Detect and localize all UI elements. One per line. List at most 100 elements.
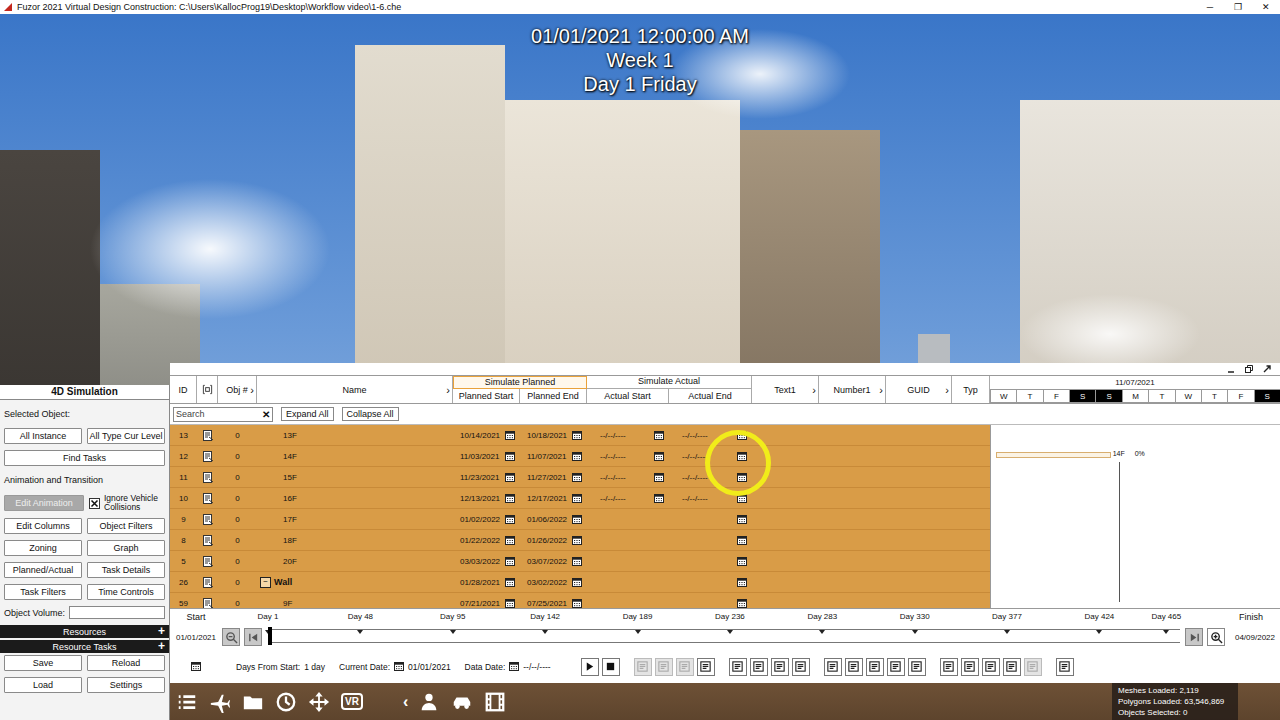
type-cell[interactable] — [952, 530, 990, 551]
actual-end-cell[interactable] — [669, 572, 752, 593]
actual-start-cell[interactable]: --/--/---- — [587, 446, 669, 467]
number1-cell[interactable] — [819, 551, 886, 572]
text1-cell[interactable] — [752, 593, 819, 608]
column-header[interactable]: ID — [170, 376, 197, 403]
window-control-button[interactable]: ❐ — [1224, 2, 1252, 12]
field-input[interactable] — [69, 606, 165, 619]
calendar-icon[interactable] — [505, 452, 515, 461]
text1-cell[interactable] — [752, 425, 819, 446]
panel-button[interactable]: Object Filters — [87, 518, 165, 534]
column-header[interactable]: Actual End — [669, 389, 752, 403]
guid-cell[interactable] — [886, 425, 952, 446]
planned-end-cell[interactable]: 12/17/2021 — [520, 488, 587, 509]
calendar-icon[interactable] — [737, 431, 747, 440]
calendar-icon[interactable] — [572, 599, 582, 608]
column-header[interactable]: Name › — [257, 376, 453, 403]
column-header[interactable]: Obj # › — [218, 376, 257, 403]
tool-button[interactable] — [887, 658, 905, 676]
checkbox-icon[interactable] — [89, 498, 100, 509]
start-date-picker[interactable] — [170, 662, 222, 671]
planned-end-cell[interactable]: 01/26/2022 — [520, 530, 587, 551]
column-header[interactable]: Number1 › — [819, 376, 886, 403]
planned-end-cell[interactable]: 10/18/2021 — [520, 425, 587, 446]
panel-button[interactable]: All Type Cur Level — [87, 428, 165, 444]
planned-start-cell[interactable]: 07/21/2021 — [453, 593, 520, 608]
number1-cell[interactable] — [819, 593, 886, 608]
tool-button[interactable] — [697, 658, 715, 676]
actual-start-cell[interactable] — [587, 509, 669, 530]
panel-button[interactable]: Settings — [87, 677, 165, 693]
number1-cell[interactable] — [819, 425, 886, 446]
number1-cell[interactable] — [819, 488, 886, 509]
column-header[interactable]: Text1 › — [752, 376, 819, 403]
panel-button[interactable]: Graph — [87, 540, 165, 556]
planned-start-cell[interactable]: 11/03/2021 — [453, 446, 520, 467]
type-cell[interactable] — [952, 446, 990, 467]
actual-start-cell[interactable] — [587, 572, 669, 593]
panel-button[interactable]: Save — [4, 655, 82, 671]
collapsible-section-bar[interactable]: Resources + — [0, 625, 169, 638]
actual-start-cell[interactable]: --/--/---- — [587, 425, 669, 446]
tool-button[interactable] — [940, 658, 958, 676]
column-group-title[interactable]: Simulate Actual — [587, 376, 752, 389]
calendar-icon[interactable] — [737, 515, 747, 524]
guid-cell[interactable] — [886, 446, 952, 467]
calendar-icon[interactable] — [505, 494, 515, 503]
column-header[interactable]: Planned Start — [453, 389, 520, 403]
planned-end-cell[interactable]: 03/07/2022 — [520, 551, 587, 572]
planned-end-cell[interactable]: 03/02/2022 — [520, 572, 587, 593]
planned-start-cell[interactable]: 11/23/2021 — [453, 467, 520, 488]
planned-start-cell[interactable]: 01/22/2022 — [453, 530, 520, 551]
column-menu-arrow[interactable]: › — [446, 384, 450, 396]
planned-end-cell[interactable]: 11/27/2021 — [520, 467, 587, 488]
planned-end-cell[interactable]: 01/06/2022 — [520, 509, 587, 530]
task-row[interactable]: 13 0 13F 10/14/2021 10/18/2021 --/--/---… — [170, 425, 1280, 446]
calendar-icon[interactable] — [737, 599, 747, 608]
calendar-icon[interactable] — [505, 599, 515, 608]
document-link-icon[interactable] — [202, 430, 214, 441]
go-to-end-button[interactable] — [1185, 628, 1203, 646]
text1-cell[interactable] — [752, 530, 819, 551]
guid-cell[interactable] — [886, 572, 952, 593]
task-row[interactable]: 8 0 18F 01/22/2022 01/26/2022 — [170, 530, 1280, 551]
panel-button[interactable]: Find Tasks — [4, 450, 165, 466]
panel-button[interactable]: Planned/Actual — [4, 562, 82, 578]
planned-end-cell[interactable]: 07/25/2021 — [520, 593, 587, 608]
play-button[interactable] — [581, 658, 599, 676]
calendar-icon[interactable] — [737, 578, 747, 587]
column-menu-arrow[interactable]: › — [812, 384, 816, 396]
type-cell[interactable] — [952, 593, 990, 608]
clock-tool[interactable] — [274, 690, 298, 714]
calendar-icon[interactable] — [572, 578, 582, 587]
text1-cell[interactable] — [752, 467, 819, 488]
minimize-icon[interactable] — [1226, 364, 1236, 374]
calendar-icon[interactable] — [737, 494, 747, 503]
zoom-out-button[interactable] — [222, 628, 240, 646]
actual-end-cell[interactable] — [669, 530, 752, 551]
type-cell[interactable] — [952, 572, 990, 593]
number1-cell[interactable] — [819, 509, 886, 530]
actual-start-cell[interactable] — [587, 530, 669, 551]
planned-end-cell[interactable]: 11/07/2021 — [520, 446, 587, 467]
panel-button[interactable]: Task Details — [87, 562, 165, 578]
tool-button[interactable] — [1003, 658, 1021, 676]
planned-start-cell[interactable]: 03/03/2022 — [453, 551, 520, 572]
tool-button[interactable] — [866, 658, 884, 676]
actual-end-cell[interactable] — [669, 509, 752, 530]
calendar-icon[interactable] — [654, 431, 664, 440]
calendar-icon[interactable] — [572, 515, 582, 524]
calendar-icon[interactable] — [394, 662, 404, 671]
type-cell[interactable] — [952, 467, 990, 488]
zoom-in-button[interactable] — [1207, 628, 1225, 646]
tool-button[interactable] — [1024, 658, 1042, 676]
number1-cell[interactable] — [819, 446, 886, 467]
ignore-collisions-checkbox[interactable]: Ignore Vehicle Collisions — [89, 494, 165, 512]
folder-tool[interactable] — [241, 690, 265, 714]
calendar-icon[interactable] — [572, 494, 582, 503]
tool-button[interactable] — [729, 658, 747, 676]
calendar-icon[interactable] — [572, 452, 582, 461]
document-link-icon[interactable] — [202, 514, 214, 525]
calendar-icon[interactable] — [737, 557, 747, 566]
vr-tool[interactable]: VR — [340, 690, 364, 714]
task-row[interactable]: 12 0 14F 11/03/2021 11/07/2021 --/--/---… — [170, 446, 1280, 467]
